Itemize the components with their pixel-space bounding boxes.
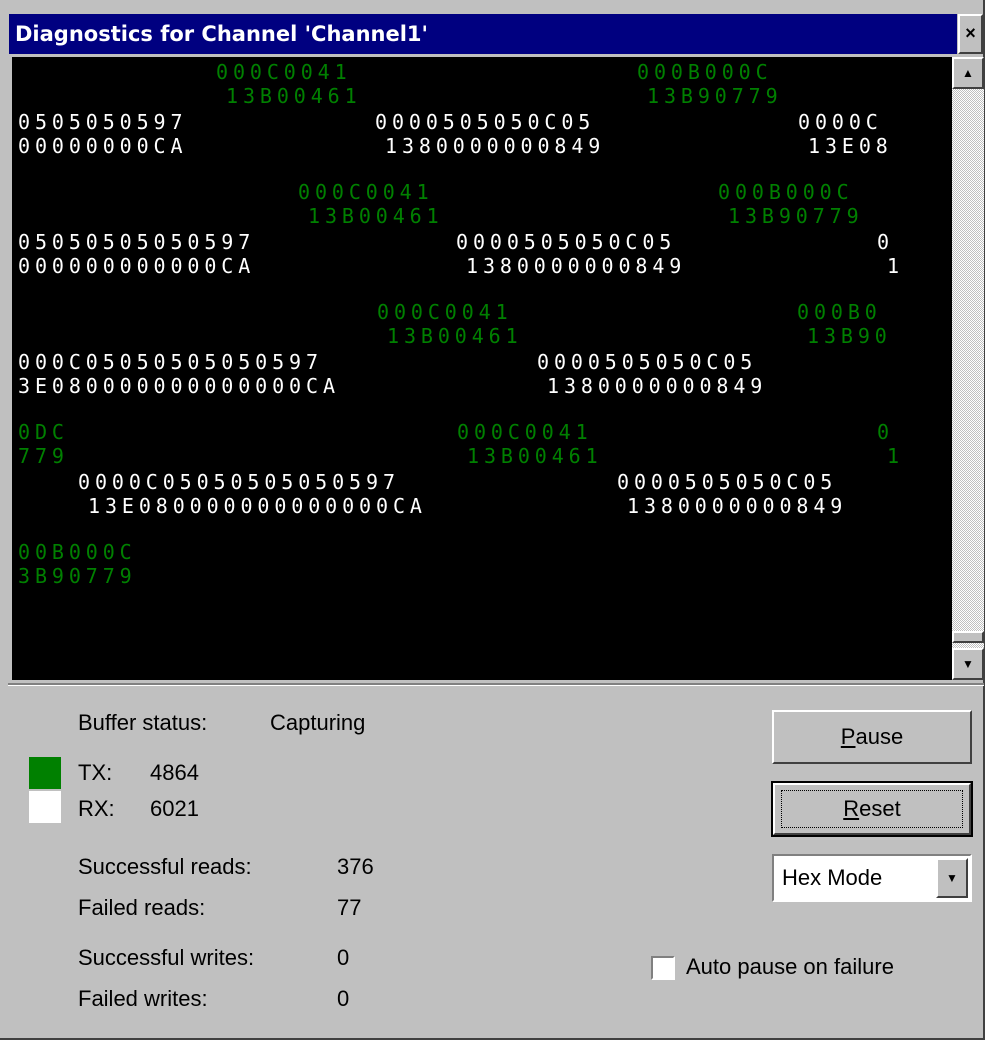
failed-writes-value: 0	[337, 986, 350, 1011]
tx-data-line: 779	[18, 444, 69, 468]
rx-data-line: 3E080000000000000CA	[18, 374, 340, 398]
rx-data-line: 1380000000849	[547, 374, 768, 398]
failed-reads-label: Failed reads:	[78, 895, 206, 920]
rx-data-line: 1380000000849	[627, 494, 848, 518]
tx-count: 4864	[150, 760, 199, 785]
auto-pause-label[interactable]: Auto pause on failure	[686, 954, 894, 980]
rx-data-line: 000000000000CA	[18, 254, 256, 278]
scroll-down-button[interactable]: ▼	[952, 648, 984, 680]
close-icon: ×	[965, 23, 976, 43]
tx-data-line: 0DC	[18, 420, 69, 444]
tx-data-line: 000C0041	[298, 180, 434, 204]
rx-data-line: 0000505050C05	[617, 470, 838, 494]
rx-data-line: 0000C	[798, 110, 883, 134]
auto-pause-checkbox[interactable]	[651, 956, 675, 980]
tx-data-line: 3B90779	[18, 564, 137, 588]
successful-reads-value: 376	[337, 854, 374, 879]
rx-data-line: 0	[877, 230, 894, 254]
tx-label: TX:	[78, 760, 113, 785]
console-scrollbar[interactable]: ▲ ▼	[952, 57, 984, 680]
diagnostics-dialog: Diagnostics for Channel 'Channel1' × 000…	[0, 0, 985, 1040]
rx-data-line: 1380000000849	[385, 134, 606, 158]
tx-data-line: 13B00461	[467, 444, 603, 468]
rx-label: RX:	[78, 796, 115, 821]
rx-data-line: 13E08	[808, 134, 893, 158]
successful-writes-value: 0	[337, 945, 350, 970]
rx-data-line: 0000505050C05	[375, 110, 596, 134]
rx-data-line: 1	[887, 254, 904, 278]
tx-data-line: 13B00461	[308, 204, 444, 228]
scroll-thumb[interactable]	[952, 631, 984, 643]
rx-data-line: 00000000CA	[18, 134, 188, 158]
rx-data-line: 13E080000000000000CA	[88, 494, 427, 518]
rx-data-line: 000C05050505050597	[18, 350, 323, 374]
tx-data-line: 0	[877, 420, 894, 444]
rx-data-line: 0000505050C05	[456, 230, 677, 254]
tx-data-line: 000B000C	[718, 180, 854, 204]
reset-focus-indicator	[781, 790, 963, 828]
rx-data-line: 0505050597	[18, 110, 188, 134]
arrow-up-icon: ▲	[962, 66, 974, 80]
tx-data-line: 13B00461	[226, 84, 362, 108]
failed-writes-label: Failed writes:	[78, 986, 208, 1011]
rx-count: 6021	[150, 796, 199, 821]
tx-color-swatch	[29, 757, 61, 789]
rx-color-swatch	[29, 791, 61, 823]
buffer-status-label: Buffer status:	[78, 710, 208, 735]
dropdown-button[interactable]: ▼	[936, 858, 968, 898]
rx-data-line: 0000C05050505050597	[78, 470, 400, 494]
buffer-status-value: Capturing	[270, 710, 366, 735]
chevron-down-icon: ▼	[946, 871, 958, 885]
successful-reads-label: Successful reads:	[78, 854, 252, 879]
pause-accelerator: P	[840, 724, 856, 749]
arrow-down-icon: ▼	[962, 657, 974, 671]
tx-data-line: 13B90	[807, 324, 892, 348]
panel-divider	[8, 683, 984, 686]
display-mode-select[interactable]: Hex Mode ▼	[772, 854, 972, 902]
close-button[interactable]: ×	[958, 14, 983, 54]
tx-data-line: 000B0	[797, 300, 882, 324]
scroll-up-button[interactable]: ▲	[952, 57, 984, 89]
tx-data-line: 000B000C	[637, 60, 773, 84]
tx-data-line: 000C0041	[377, 300, 513, 324]
tx-data-line: 13B00461	[387, 324, 523, 348]
successful-writes-label: Successful writes:	[78, 945, 255, 970]
tx-data-line: 00B000C	[18, 540, 137, 564]
tx-data-line: 000C0041	[216, 60, 352, 84]
display-mode-value: Hex Mode	[782, 865, 883, 890]
tx-data-line: 13B90779	[728, 204, 864, 228]
failed-reads-value: 77	[337, 895, 362, 920]
rx-data-line: 0000505050C05	[537, 350, 758, 374]
window-title: Diagnostics for Channel 'Channel1'	[9, 14, 957, 54]
pause-button[interactable]: Pause	[772, 710, 972, 764]
pause-label: ause	[855, 724, 904, 749]
tx-data-line: 1	[887, 444, 904, 468]
rx-data-line: 1380000000849	[466, 254, 687, 278]
rx-data-line: 05050505050597	[18, 230, 256, 254]
tx-data-line: 13B90779	[647, 84, 783, 108]
capture-console[interactable]: 000C0041 000B000C 13B00461 13B90779 05050505…	[12, 57, 952, 680]
tx-data-line: 000C0041	[457, 420, 593, 444]
